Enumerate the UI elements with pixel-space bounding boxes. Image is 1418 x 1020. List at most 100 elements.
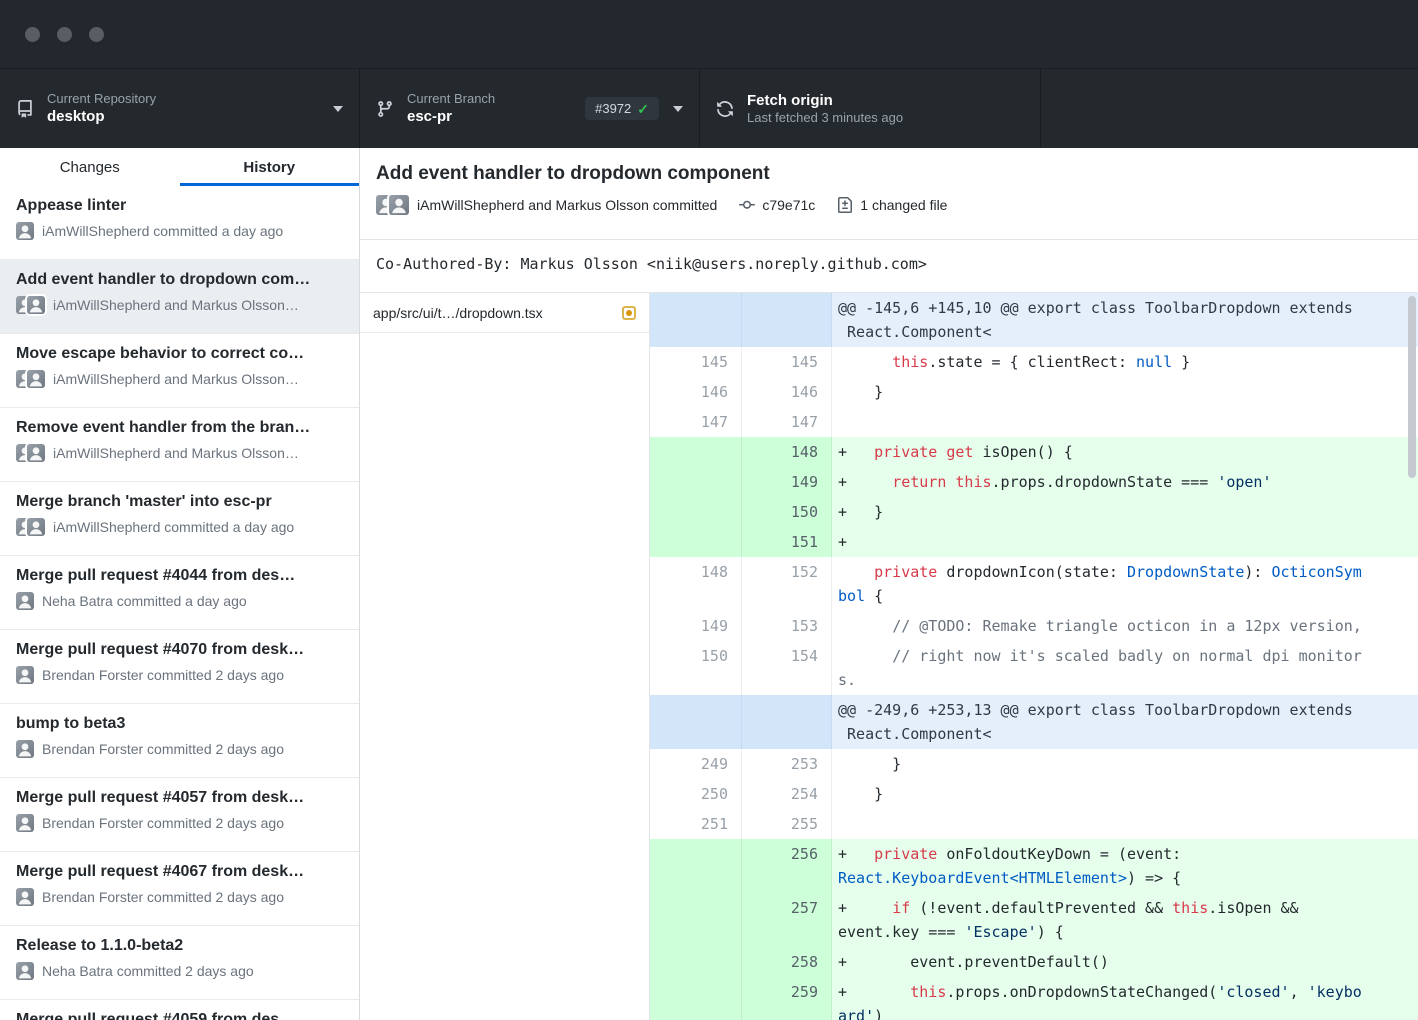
new-line-number: 254 [742,779,832,809]
avatar-stack [16,814,34,832]
branch-picker-text: Current Branch esc-pr [407,91,495,127]
code-line: } [832,377,1418,407]
commit-page-title: Add event handler to dropdown component [376,163,1402,185]
new-line-number: 153 [742,611,832,641]
new-line-number: 259 [742,977,832,1020]
new-line-number: 258 [742,947,832,977]
commit-item-meta: iAmWillShepherd committed a day ago [16,518,343,536]
fetch-subtitle: Last fetched 3 minutes ago [747,110,903,126]
tab-changes[interactable]: Changes [0,148,180,186]
fetch-origin-button[interactable]: Fetch origin Last fetched 3 minutes ago [700,69,1041,148]
commit-list: Appease linteriAmWillShepherd committed … [0,186,359,1020]
old-line-number [650,293,742,347]
hunk-header: @@ -249,6 +253,13 @@ export class Toolba… [832,695,1418,749]
commit-item-meta-text: Brendan Forster committed 2 days ago [42,889,284,905]
commit-list-item[interactable]: Merge pull request #4070 from desk… Brend… [0,630,359,704]
commit-item-title: Merge branch 'master' into esc-pr [16,493,343,511]
old-line-number: 249 [650,749,742,779]
file-list: app/src/ui/t…/dropdown.tsx [360,293,650,1020]
titlebar [0,0,1418,68]
old-line-number [650,497,742,527]
commit-item-title: Merge pull request #4059 from des… [16,1011,343,1020]
diff-line-row[interactable]: 149153 // @TODO: Remake triangle octicon… [650,611,1418,641]
diff-line-row[interactable]: 147147 [650,407,1418,437]
new-line-number: 150 [742,497,832,527]
commit-list-item[interactable]: Merge pull request #4044 from des…Neha B… [0,556,359,630]
avatar-stack [16,740,34,758]
diff-line-row[interactable]: 150+ } [650,497,1418,527]
diff-line-row[interactable]: 149+ return this.props.dropdownState ===… [650,467,1418,497]
avatar [27,444,45,462]
commit-byline: iAmWillShepherd and Markus Olsson commit… [417,197,717,213]
commit-list-item[interactable]: Remove event handler from the bran…iAmWi… [0,408,359,482]
diff-line-row[interactable]: 151+ [650,527,1418,557]
changed-files-group: 1 changed file [837,197,947,213]
commit-item-meta: Neha Batra committed a day ago [16,592,343,610]
diff-hunk-row: @@ -145,6 +145,10 @@ export class Toolba… [650,293,1418,347]
file-diff-icon [837,197,853,213]
avatar [16,740,34,758]
diff-line-row[interactable]: 259+ this.props.onDropdownStateChanged('… [650,977,1418,1020]
file-row[interactable]: app/src/ui/t…/dropdown.tsx [360,293,649,333]
traffic-light-close[interactable] [25,27,40,42]
commit-list-item[interactable]: bump to beta3Brendan Forster committed 2… [0,704,359,778]
commit-list-item[interactable]: Merge pull request #4067 from desk…Brend… [0,852,359,926]
pr-badge: #3972 ✓ [585,97,659,120]
new-line-number: 149 [742,467,832,497]
branch-label: Current Branch [407,91,495,107]
commit-item-title: Merge pull request #4070 from desk… [16,641,343,659]
diff-line-row[interactable]: 257+ if (!event.defaultPrevented && this… [650,893,1418,947]
diff-line-row[interactable]: 148152 private dropdownIcon(state: Dropd… [650,557,1418,611]
code-line: + this.props.onDropdownStateChanged('clo… [832,977,1418,1020]
added-line-sign: + [838,845,856,863]
diff-line-row[interactable]: 258+ event.preventDefault() [650,947,1418,977]
added-line-sign: + [838,953,856,971]
tab-history[interactable]: History [180,148,360,186]
commit-item-meta: Brendan Forster committed 2 days ago [16,888,343,906]
commit-item-meta: iAmWillShepherd and Markus Olsson… [16,370,343,388]
avatar [16,888,34,906]
diff-line-row[interactable]: 146146 } [650,377,1418,407]
commit-item-meta-text: iAmWillShepherd and Markus Olsson… [53,371,299,387]
commit-avatars [376,195,409,215]
traffic-light-zoom[interactable] [89,27,104,42]
commit-item-meta-text: Brendan Forster committed 2 days ago [42,815,284,831]
commit-list-item[interactable]: Move escape behavior to correct co…iAmWi… [0,334,359,408]
old-line-number [650,893,742,947]
avatar-stack [16,518,45,536]
context-line-sign [838,815,856,833]
file-path: app/src/ui/t…/dropdown.tsx [373,305,543,321]
commit-list-item[interactable]: Appease linteriAmWillShepherd committed … [0,186,359,260]
diff-view: @@ -145,6 +145,10 @@ export class Toolba… [650,293,1418,1020]
diff-scrollbar-thumb[interactable] [1408,296,1416,478]
commit-item-meta: iAmWillShepherd committed a day ago [16,222,343,240]
avatar-stack [16,888,34,906]
added-line-sign: + [838,983,856,1001]
commit-list-item[interactable]: Merge pull request #4059 from des… [0,1000,359,1020]
diff-line-row[interactable]: 256+ private onFoldoutKeyDown = (event: … [650,839,1418,893]
diff-line-row[interactable]: 150154 // right now it's scaled badly on… [650,641,1418,695]
diff-line-row[interactable]: 250254 } [650,779,1418,809]
avatar-stack [16,962,34,980]
commit-list-item[interactable]: Merge branch 'master' into esc-pr iAmWill… [0,482,359,556]
diff-line-row[interactable]: 249253 } [650,749,1418,779]
repository-picker[interactable]: Current Repository desktop [0,69,360,148]
commit-item-meta: Brendan Forster committed 2 days ago [16,666,343,684]
diff-line-row[interactable]: 148+ private get isOpen() { [650,437,1418,467]
changed-files-count: 1 changed file [860,197,947,213]
diff-line-row[interactable]: 251255 [650,809,1418,839]
new-line-number: 257 [742,893,832,947]
traffic-light-minimize[interactable] [57,27,72,42]
avatar [27,518,45,536]
avatar [16,666,34,684]
commit-list-item[interactable]: Release to 1.1.0-beta2Neha Batra committ… [0,926,359,1000]
commit-list-item[interactable]: Add event handler to dropdown com…iAmWil… [0,260,359,334]
context-line-sign [838,785,856,803]
commit-list-item[interactable]: Merge pull request #4057 from desk…Brend… [0,778,359,852]
branch-picker[interactable]: Current Branch esc-pr #3972 ✓ [360,69,700,148]
code-line [832,809,1418,839]
avatar [16,222,34,240]
chevron-down-icon [673,106,683,112]
git-commit-icon [739,197,755,213]
diff-line-row[interactable]: 145145 this.state = { clientRect: null } [650,347,1418,377]
